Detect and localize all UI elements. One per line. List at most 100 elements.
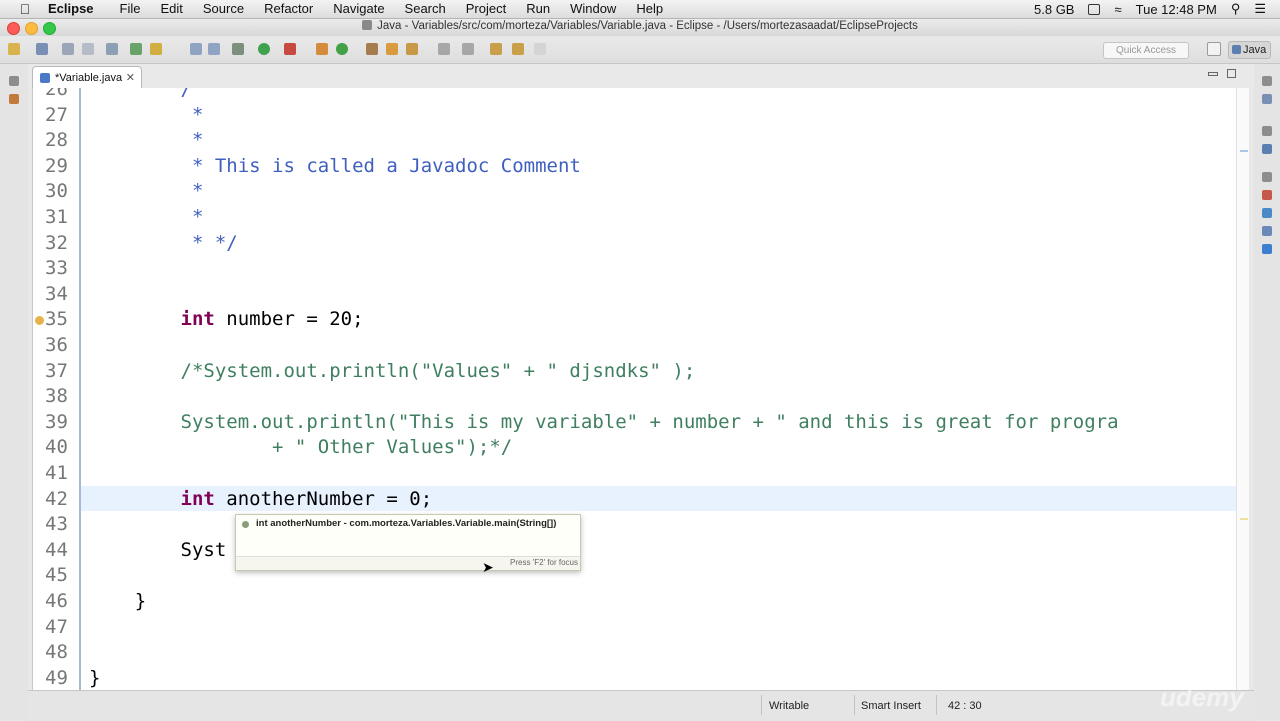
code-line[interactable]: 33	[33, 257, 1183, 283]
prev-annotation-icon[interactable]	[462, 43, 474, 55]
menu-source[interactable]: Source	[203, 0, 244, 18]
code-line[interactable]: 42 int anotherNumber = 0;	[33, 488, 1183, 514]
code-line[interactable]: 27 *	[33, 104, 1183, 130]
code-token: * This is called a Javadoc Comment	[89, 154, 581, 177]
apple-icon[interactable]: 	[16, 1, 34, 17]
menu-navigate[interactable]: Navigate	[333, 0, 384, 18]
declaration-icon[interactable]	[1262, 226, 1272, 236]
open-type-icon[interactable]	[366, 43, 378, 55]
next-annotation-icon[interactable]	[438, 43, 450, 55]
warning-icon[interactable]	[35, 316, 44, 326]
restore-outline-icon[interactable]	[1262, 126, 1272, 136]
ruler-mark[interactable]	[1240, 150, 1248, 152]
restore-right-icon[interactable]	[1262, 76, 1272, 86]
status-separator	[936, 695, 937, 715]
new-package-icon[interactable]	[316, 43, 328, 55]
code-line[interactable]: 35 int number = 20;	[33, 308, 1183, 334]
ruler-mark[interactable]	[1240, 518, 1248, 520]
maximize-editor-icon[interactable]	[1227, 69, 1236, 78]
status-writable: Writable	[769, 700, 810, 712]
code-line[interactable]: 40 + " Other Values");*/	[33, 436, 1183, 462]
split-icon[interactable]	[208, 43, 220, 55]
external-tools-icon[interactable]	[284, 43, 296, 55]
code-text: *	[89, 104, 203, 126]
code-line[interactable]: 26 /	[33, 88, 1183, 104]
code-line[interactable]: 48	[33, 641, 1183, 667]
mouse-cursor-icon: ➤	[482, 559, 494, 575]
code-line[interactable]: 43	[33, 513, 1183, 539]
menu-file[interactable]: File	[120, 0, 141, 18]
main-toolbar: Quick Access Java	[0, 37, 1280, 64]
open-icon[interactable]	[36, 43, 48, 55]
restore-bottom-icon[interactable]	[1262, 172, 1272, 182]
overview-ruler[interactable]	[1236, 88, 1249, 690]
hover-tooltip[interactable]: int anotherNumber - com.morteza.Variable…	[235, 514, 581, 571]
tab-variable-java[interactable]: *Variable.java ✕	[32, 66, 142, 89]
code-line[interactable]: 36	[33, 334, 1183, 360]
back-icon[interactable]	[490, 43, 502, 55]
menu-help[interactable]: Help	[636, 0, 663, 18]
close-icon[interactable]: ✕	[126, 67, 135, 89]
restore-icon[interactable]	[9, 76, 19, 86]
code-line[interactable]: 32 * */	[33, 232, 1183, 258]
code-token: number = 20;	[214, 308, 364, 331]
quick-access-field[interactable]: Quick Access	[1103, 42, 1189, 59]
cut-icon[interactable]	[106, 43, 118, 55]
outline-icon[interactable]	[1262, 144, 1272, 154]
javadoc-icon[interactable]	[1262, 208, 1272, 218]
package-explorer-icon[interactable]	[9, 94, 19, 104]
search-icon[interactable]: ⚲	[1231, 1, 1241, 17]
battery-icon[interactable]	[1088, 3, 1101, 15]
code-token: anotherNumber = 0;	[214, 487, 433, 510]
memory-indicator[interactable]: 5.8 GB	[1034, 2, 1074, 17]
line-number: 46	[45, 590, 68, 612]
console-icon[interactable]	[1262, 244, 1272, 254]
save-all-icon[interactable]	[82, 43, 94, 55]
highlight-icon[interactable]	[150, 43, 162, 55]
run-icon[interactable]	[258, 43, 270, 55]
new-icon[interactable]	[8, 43, 20, 55]
menu-refactor[interactable]: Refactor	[264, 0, 313, 18]
menu-window[interactable]: Window	[570, 0, 616, 18]
code-line[interactable]: 49}	[33, 667, 1183, 690]
code-line[interactable]: 47	[33, 616, 1183, 642]
forward-icon[interactable]	[512, 43, 524, 55]
task-list-icon[interactable]	[1262, 94, 1272, 104]
clock[interactable]: Tue 12:48 PM	[1136, 2, 1217, 17]
code-line[interactable]: 46 }	[33, 590, 1183, 616]
window-title: Java - Variables/src/com/morteza/Variabl…	[0, 20, 1280, 32]
search-toolbar-icon[interactable]	[406, 43, 418, 55]
debug-icon[interactable]	[232, 43, 244, 55]
menu-app-eclipse[interactable]: Eclipse	[48, 0, 94, 18]
code-line[interactable]: 39 System.out.println("This is my variab…	[33, 411, 1183, 437]
list-icon[interactable]: ☰	[1254, 1, 1266, 17]
line-number: 39	[45, 410, 68, 433]
code-line[interactable]: 34	[33, 283, 1183, 309]
menu-run[interactable]: Run	[526, 0, 550, 18]
perspective-java[interactable]: Java	[1228, 41, 1272, 59]
wifi-icon[interactable]: ≈	[1114, 2, 1121, 17]
code-line[interactable]: 37 /*System.out.println("Values" + " djs…	[33, 360, 1183, 386]
menu-edit[interactable]: Edit	[160, 0, 182, 18]
code-editor[interactable]: 26 /27 * 28 * 29 * This is called a Javado…	[32, 88, 1249, 690]
code-line[interactable]: 31 *	[33, 206, 1183, 232]
menu-search[interactable]: Search	[405, 0, 446, 18]
line-number: 38	[45, 385, 68, 408]
save-icon[interactable]	[62, 43, 74, 55]
code-line[interactable]: 41	[33, 462, 1183, 488]
code-line[interactable]: 28 *	[33, 129, 1183, 155]
menu-project[interactable]: Project	[466, 0, 506, 18]
minimize-editor-icon[interactable]	[1208, 72, 1218, 76]
code-line[interactable]: 38	[33, 385, 1183, 411]
code-line[interactable]: 45	[33, 564, 1183, 590]
code-line[interactable]: 30 *	[33, 180, 1183, 206]
open-perspective-icon[interactable]	[1207, 42, 1221, 56]
skip-breakpoints-icon[interactable]	[130, 43, 142, 55]
problems-icon[interactable]	[1262, 190, 1272, 200]
code-line[interactable]: 44 Syst r);	[33, 539, 1183, 565]
open-task-icon[interactable]	[386, 43, 398, 55]
new-class-icon[interactable]	[336, 43, 348, 55]
layout-icon[interactable]	[190, 43, 202, 55]
code-line[interactable]: 29 * This is called a Javadoc Comment	[33, 155, 1183, 181]
next-edit-icon[interactable]	[534, 43, 546, 55]
